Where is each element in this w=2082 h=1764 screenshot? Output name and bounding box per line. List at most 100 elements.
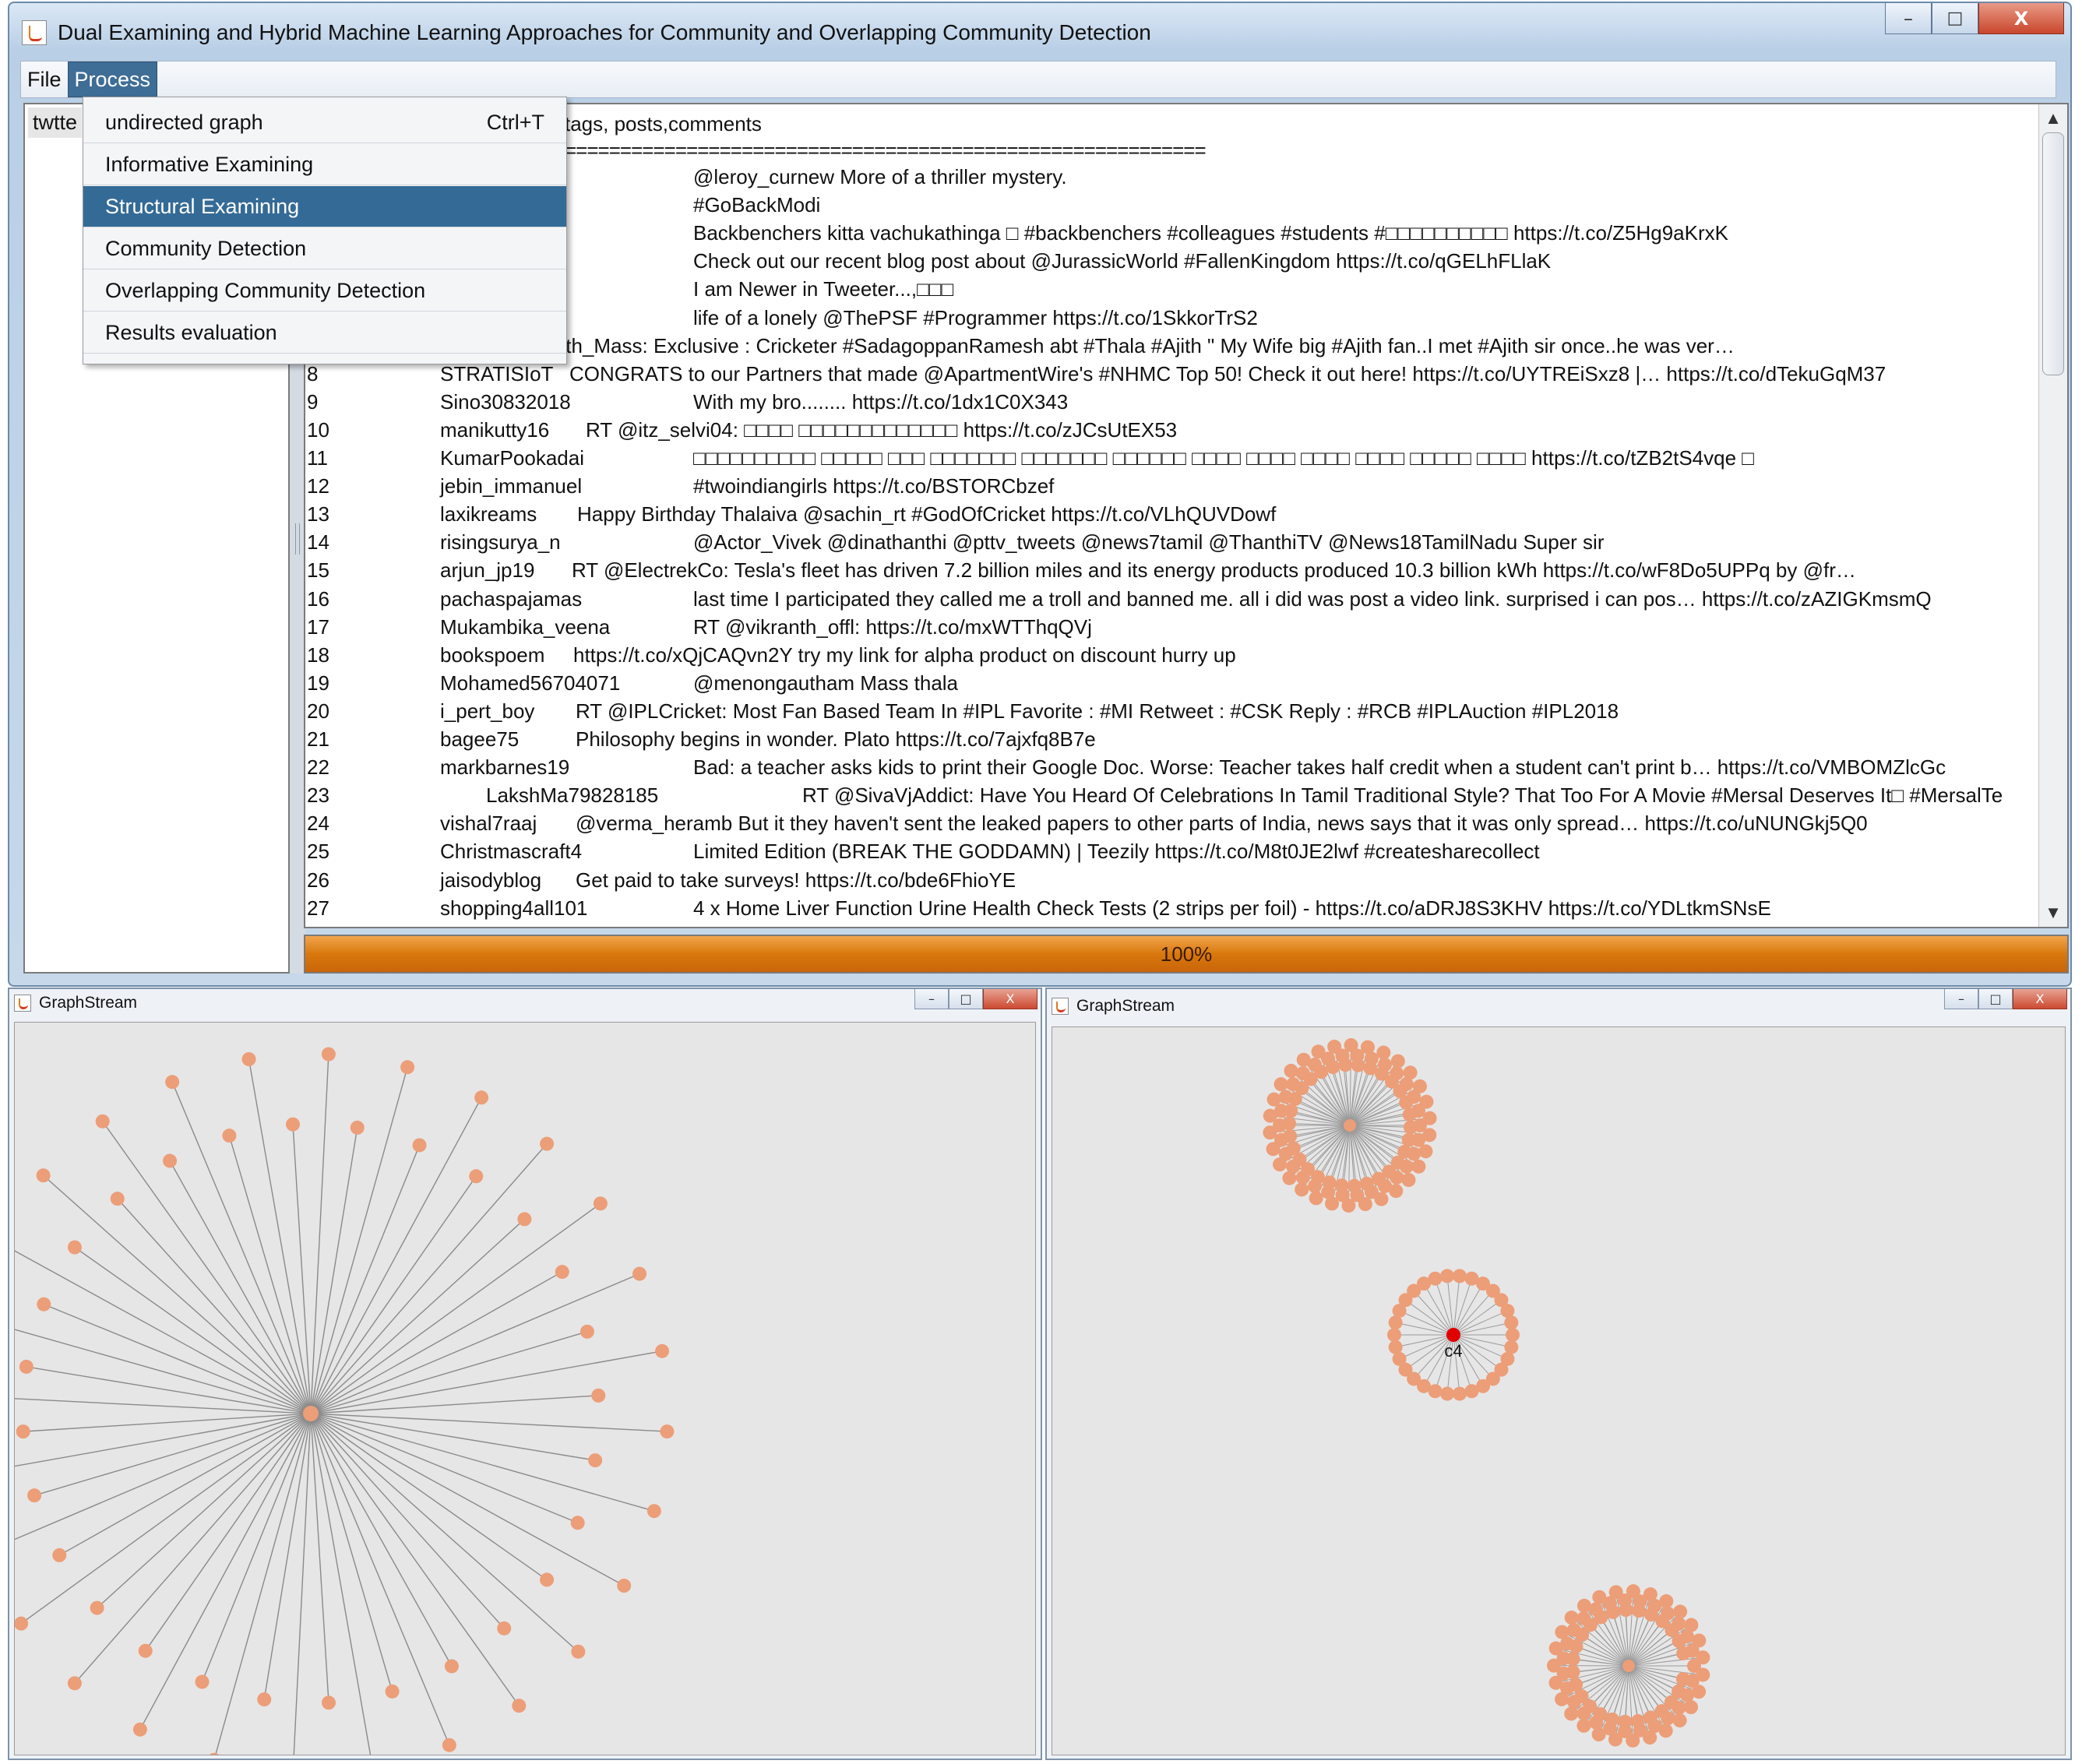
graph-node: [1325, 1196, 1340, 1211]
table-row: 26 jaisodyblog Get paid to take surveys! h…: [305, 868, 2034, 896]
graph-node: [1401, 1173, 1416, 1188]
graph-node: [1464, 1384, 1479, 1399]
graph-node: [1360, 1040, 1375, 1055]
graphstream-window-right: GraphStream – □ X c4: [1045, 988, 2072, 1760]
vertical-scrollbar[interactable]: ▲ ▼: [2038, 104, 2067, 927]
row-text: CONGRATS to our Partners that made @Apar…: [569, 361, 1886, 386]
graph-edge: [310, 1350, 663, 1414]
graph-node: [1411, 1159, 1426, 1174]
table-row: 16 pachaspajamas last time I participated …: [305, 587, 2034, 615]
text-header: tags, posts,comments: [565, 112, 762, 136]
graph-node: [540, 1136, 555, 1151]
menu-process[interactable]: Process: [67, 62, 158, 97]
row-username: manikutty16: [440, 417, 550, 442]
graph-node: [588, 1453, 603, 1468]
menu-item-community-detection[interactable]: Community Detection: [83, 228, 566, 269]
row-text: @leroy_curnew More of a thriller mystery…: [693, 165, 1067, 188]
graph-node: [1283, 1128, 1298, 1143]
graph-node: [497, 1621, 512, 1635]
row-text: RT @SivaVjAddict: Have You Heard Of Cele…: [802, 783, 2003, 808]
table-row: 12 jebin_immanuel #twoindiangirls https://…: [305, 474, 2034, 502]
minimize-button[interactable]: –: [914, 989, 949, 1009]
row-index: 9: [307, 389, 319, 414]
graph-edge: [310, 1145, 421, 1414]
graph-node: [444, 1659, 459, 1674]
graph-node: [1643, 1731, 1657, 1745]
menu-item-label: Community Detection: [105, 236, 307, 260]
graph-left-canvas[interactable]: [14, 1022, 1036, 1755]
menu-item-undirected-graph[interactable]: undirected graph Ctrl+T: [83, 102, 566, 143]
graph-right-titlebar: GraphStream: [1052, 997, 1175, 1016]
graph-node: [1643, 1587, 1657, 1602]
row-index: 26: [307, 868, 329, 892]
graph-node: [16, 1424, 30, 1439]
row-text: Happy Birthday Thalaiva @sachin_rt #GodO…: [577, 502, 1277, 526]
graph-node: [660, 1424, 675, 1439]
graph-node: [1594, 1610, 1608, 1625]
tree-item-twitter[interactable]: twtte: [28, 107, 83, 138]
menu-item-structural-examining[interactable]: Structural Examining: [83, 186, 566, 227]
graph-edge: [310, 1143, 548, 1414]
process-dropdown-menu: undirected graph Ctrl+T Informative Examin…: [83, 97, 567, 364]
graph-node: [1626, 1584, 1640, 1599]
menu-item-informative-examining[interactable]: Informative Examining: [83, 144, 566, 185]
highlighted-node: [1446, 1328, 1460, 1342]
row-index: 17: [307, 614, 329, 639]
row-username: shopping4all101: [440, 896, 588, 920]
posts-text-area[interactable]: tags, posts,comments ===================…: [304, 103, 2069, 928]
graph-center-node: [1344, 1119, 1356, 1132]
scroll-thumb[interactable]: [2042, 132, 2064, 375]
graph-node: [593, 1196, 608, 1211]
row-username: jaisodyblog: [440, 868, 542, 892]
row-text: Backbenchers kitta vachukathinga □ #back…: [693, 221, 1728, 245]
scroll-down-arrow[interactable]: ▼: [2039, 899, 2067, 927]
graph-edge: [310, 1413, 453, 1667]
table-row: 18 bookspoem https://t.co/xQjCAQvn2Y try m…: [305, 643, 2034, 671]
community-cluster: [1263, 1038, 1437, 1213]
table-row: 22 markbarnes19 Bad: a teacher asks kids t…: [305, 755, 2034, 783]
minimize-button[interactable]: –: [1885, 3, 1932, 34]
graph-edge: [97, 1413, 312, 1609]
graph-node: [1592, 1590, 1607, 1604]
graph-node: [442, 1738, 456, 1752]
graph-node: [1334, 1178, 1349, 1193]
graph-node: [1684, 1618, 1699, 1632]
graph-node: [1401, 1132, 1416, 1147]
maximize-button[interactable]: □: [1932, 3, 1978, 34]
close-button[interactable]: X: [2013, 989, 2067, 1009]
menu-item-shortcut: Ctrl+T: [486, 110, 544, 134]
menubar: File Process: [20, 61, 2056, 98]
row-username: STRATISIoT: [440, 361, 554, 386]
graph-node: [1608, 1732, 1622, 1747]
graph-right-canvas[interactable]: c4: [1052, 1026, 2066, 1755]
scroll-up-arrow[interactable]: ▲: [2039, 104, 2067, 132]
graph-node: [540, 1572, 555, 1587]
menu-file[interactable]: File: [21, 62, 68, 97]
maximize-button[interactable]: □: [1978, 989, 2013, 1009]
graph-edge: [15, 1413, 312, 1540]
menu-item-results-evaluation[interactable]: Results evaluation: [83, 312, 566, 354]
close-button[interactable]: X: [983, 989, 1037, 1009]
graph-node: [1684, 1700, 1699, 1715]
graph-node: [1605, 1604, 1620, 1619]
graph-node: [165, 1075, 180, 1090]
graph-edge: [201, 1413, 312, 1682]
row-text: life of a lonely @ThePSF #Programmer htt…: [693, 305, 1258, 329]
graph-node: [1311, 1044, 1326, 1059]
edges: [15, 1054, 668, 1755]
minimize-button[interactable]: –: [1944, 989, 1978, 1009]
row-username: Mukambika_veena: [440, 614, 611, 639]
graph-edge: [310, 1413, 548, 1580]
graph-node: [52, 1547, 67, 1562]
star-graph: [15, 1047, 675, 1755]
graph-node: [138, 1643, 153, 1658]
table-row: 8 STRATISIoT CONGRATS to our Partners that…: [305, 362, 2034, 390]
maximize-button[interactable]: □: [949, 989, 983, 1009]
close-button[interactable]: X: [1978, 3, 2064, 34]
row-text: RT @ElectrekCo: Tesla's fleet has driven…: [572, 558, 1856, 583]
graph-node: [67, 1240, 82, 1255]
graph-node: [632, 1266, 647, 1281]
menu-item-overlapping-community-detection[interactable]: Overlapping Community Detection: [83, 270, 566, 312]
graph-edge: [169, 1160, 312, 1414]
graph-edge: [15, 1398, 312, 1414]
